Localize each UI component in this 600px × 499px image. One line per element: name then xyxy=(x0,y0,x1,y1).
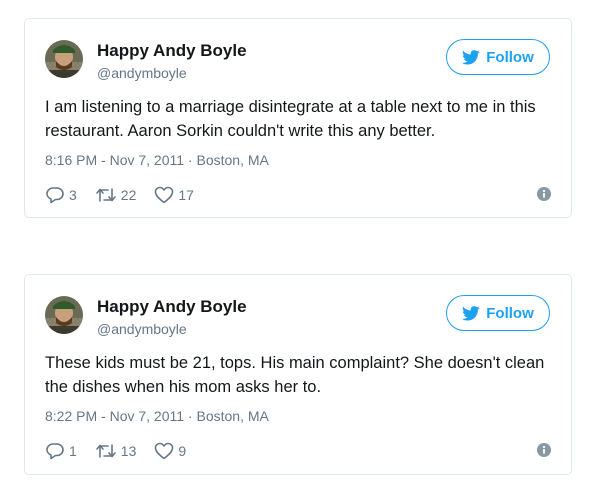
reply-icon xyxy=(45,186,65,204)
author-handle[interactable]: @andymboyle xyxy=(97,65,187,81)
author-name[interactable]: Happy Andy Boyle xyxy=(97,297,247,317)
follow-label: Follow xyxy=(486,48,534,66)
twitter-bird-icon xyxy=(462,305,480,321)
tweet-card: Happy Andy Boyle @andymboyle Follow I am… xyxy=(24,18,572,218)
tweet-timestamp[interactable]: 8:22 PM - Nov 7, 2011 · Boston, MA xyxy=(45,408,269,424)
reply-count: 1 xyxy=(69,443,77,459)
info-icon[interactable] xyxy=(537,187,551,201)
tweet-actions: 3 22 17 xyxy=(45,184,212,206)
retweet-button[interactable]: 22 xyxy=(95,186,137,204)
retweet-icon xyxy=(95,186,117,204)
reply-button[interactable]: 1 xyxy=(45,442,77,460)
tweet-card: Happy Andy Boyle @andymboyle Follow Thes… xyxy=(24,274,572,475)
tweet-text: I am listening to a marriage disintegrat… xyxy=(45,98,536,140)
reply-icon xyxy=(45,442,65,460)
retweet-icon xyxy=(95,442,117,460)
avatar-image xyxy=(45,40,83,78)
tweet-timestamp[interactable]: 8:16 PM - Nov 7, 2011 · Boston, MA xyxy=(45,152,269,168)
heart-icon xyxy=(154,186,174,204)
retweet-button[interactable]: 13 xyxy=(95,442,137,460)
like-button[interactable]: 9 xyxy=(154,442,186,460)
like-count: 9 xyxy=(178,443,187,459)
tweet-text: These kids must be 21, tops. His main co… xyxy=(45,354,545,396)
avatar[interactable] xyxy=(45,40,83,78)
reply-button[interactable]: 3 xyxy=(45,186,77,204)
follow-label: Follow xyxy=(486,304,534,322)
author-name[interactable]: Happy Andy Boyle xyxy=(97,41,247,61)
retweet-count: 13 xyxy=(120,443,137,459)
reply-count: 3 xyxy=(69,187,77,203)
heart-icon xyxy=(154,442,174,460)
like-button[interactable]: 17 xyxy=(154,186,194,204)
twitter-bird-icon xyxy=(462,49,480,65)
avatar-image xyxy=(45,296,83,334)
avatar[interactable] xyxy=(45,296,83,334)
like-count: 17 xyxy=(178,187,194,203)
info-icon[interactable] xyxy=(537,443,551,457)
author-handle[interactable]: @andymboyle xyxy=(97,321,187,337)
retweet-count: 22 xyxy=(120,187,137,203)
follow-button[interactable]: Follow xyxy=(446,295,550,331)
follow-button[interactable]: Follow xyxy=(446,39,550,75)
tweet-actions: 1 13 9 xyxy=(45,440,204,462)
